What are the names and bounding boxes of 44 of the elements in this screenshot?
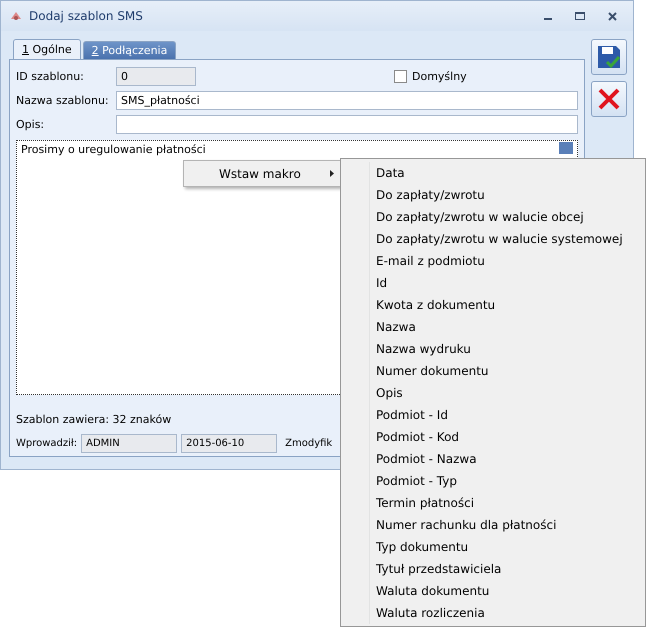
menu-item[interactable]: Do zapłaty/zwrotu w walucie systemowej	[369, 228, 645, 250]
menu-item[interactable]: Numer rachunku dla płatności	[369, 514, 645, 536]
menu-item[interactable]: Data	[369, 162, 645, 184]
id-field[interactable]: 0	[116, 66, 196, 86]
character-count: Szablon zawiera: 32 znaków	[16, 413, 172, 426]
menu-item[interactable]: Opis	[369, 382, 645, 404]
author-field: ADMIN	[81, 434, 178, 453]
message-text: Prosimy o uregulowanie płatności	[21, 143, 206, 156]
checkbox-label: Domyślny	[412, 70, 467, 82]
menu-item[interactable]: Podmiot - Typ	[369, 470, 645, 492]
description-field[interactable]	[116, 114, 578, 134]
field-label: Nazwa szablonu:	[16, 94, 110, 106]
field-label: Zmodyfik	[285, 438, 332, 449]
menu-item[interactable]: Typ dokumentu	[369, 536, 645, 558]
menu-item[interactable]: Podmiot - Nazwa	[369, 448, 645, 470]
close-icon	[597, 87, 621, 111]
tab[interactable]: 1 Ogólne	[13, 39, 81, 59]
menu-item[interactable]: Waluta rozliczenia	[369, 602, 645, 624]
field-label: ID szablonu:	[16, 70, 85, 82]
cancel-button[interactable]	[591, 81, 627, 117]
menu-item[interactable]: Kwota z dokumentu	[369, 294, 645, 316]
window-title: Dodaj szablon SMS	[29, 9, 144, 23]
checkbox[interactable]	[394, 70, 407, 82]
menu-item[interactable]: Podmiot - Kod	[369, 426, 645, 448]
floppy-check-icon	[595, 43, 623, 71]
menu-item[interactable]: E-mail z podmiotu	[369, 250, 645, 272]
menu-item[interactable]: Nazwa	[369, 316, 645, 338]
field-label: Wprowadził:	[16, 438, 78, 449]
field-label: Opis:	[16, 118, 46, 130]
menu-item[interactable]: Numer dokumentu	[369, 360, 645, 382]
menu-item[interactable]: Waluta dokumentu	[369, 580, 645, 602]
save-button[interactable]	[591, 39, 627, 75]
menu-item[interactable]: Podmiot - Id	[369, 404, 645, 426]
menu-item[interactable]: Wstaw makro	[184, 166, 340, 180]
menu-item[interactable]: Do zapłaty/zwrotu w walucie obcej	[369, 206, 645, 228]
menu-item[interactable]: Tytuł przedstawiciela	[369, 558, 645, 580]
tab[interactable]: 2 Podłączenia	[82, 41, 176, 59]
menu-item[interactable]: Termin płatności	[369, 492, 645, 514]
menu-item[interactable]: Nazwa wydruku	[369, 338, 645, 360]
menu-item[interactable]: Do zapłaty/zwrotu	[369, 184, 645, 206]
menu-item[interactable]: Id	[369, 272, 645, 294]
date-field: 2015-06-10	[181, 434, 278, 453]
name-field[interactable]: SMS_płatności	[116, 90, 578, 110]
scroll-thumb[interactable]	[559, 142, 573, 154]
